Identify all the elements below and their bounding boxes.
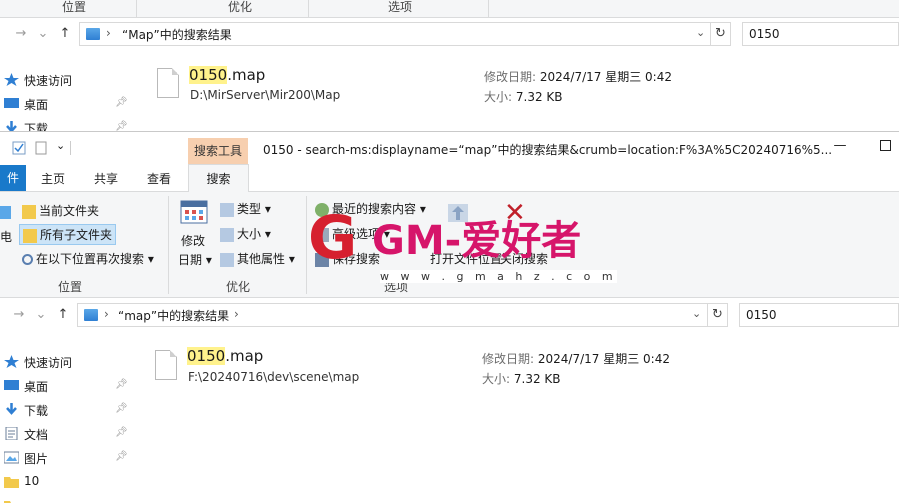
calendar-icon[interactable] [180,200,208,224]
other-properties-button[interactable]: 其他属性 ▾ [220,250,295,267]
group-label-location: 位置 [58,280,83,294]
search-folder-icon [84,309,98,321]
group-label-refine: 优化 [228,0,253,14]
ribbon-tabs: 件 主页 共享 查看 搜索 [0,164,899,193]
properties-list-icon [220,252,234,267]
desktop-icon [4,379,19,392]
recent-dropdown-icon[interactable]: ⌄ [34,307,48,322]
size-button[interactable]: 大小 ▾ [220,225,271,242]
search-folder-icon [86,28,100,40]
watermark-g-glyph: G [308,203,358,273]
current-folder-button[interactable]: 当前文件夹 [22,202,99,219]
watermark-url: w w w . g m a h z . c o m [380,270,617,283]
address-path: “map”中的搜索结果 [118,309,230,323]
breadcrumb-chevron-icon[interactable]: › [104,307,109,321]
download-icon [4,403,19,416]
desktop-icon [4,97,19,110]
tab-view[interactable]: 查看 [147,170,171,187]
file-path: D:\MirServer\Mir200\Map [190,88,341,102]
title-bar: ⌄ 搜索工具 0150 - search-ms:displayname=“map… [0,132,899,164]
navigation-bar: → ⌄ ↑ › “Map”中的搜索结果 ⌄ ↻ 0150 [0,19,899,49]
explorer-window: ⌄ 搜索工具 0150 - search-ms:displayname=“map… [0,132,899,503]
pin-icon[interactable]: 📌︎ [115,427,128,438]
pictures-icon [3,451,20,464]
pin-icon[interactable]: 📌︎ [115,379,128,390]
address-dropdown-icon[interactable]: ⌄ [692,307,701,320]
star-icon [4,355,19,368]
modified-date: 修改日期: 2024/7/17 星期三 0:42 [484,70,672,84]
modify-date-button[interactable]: 日期 ▾ [178,251,212,268]
folder-icon [4,475,19,488]
maximize-icon[interactable] [875,140,895,155]
search-again-button[interactable]: 在以下位置再次搜索 ▾ [22,250,154,267]
properties-icon[interactable] [12,141,26,155]
breadcrumb-chevron-icon[interactable]: › [106,26,111,40]
address-dropdown-icon[interactable]: ⌄ [696,26,705,39]
up-arrow-icon[interactable]: ↑ [56,307,70,322]
tab-file[interactable]: 件 [0,165,26,191]
folder-icon [4,499,19,503]
document-icon [4,426,19,441]
subfolders-icon [23,228,37,243]
navigation-bar: → ⌄ ↑ › “map”中的搜索结果 › ⌄ ↻ 0150 [0,300,899,330]
type-button[interactable]: 类型 ▾ [220,200,271,217]
star-icon [4,73,19,86]
qat-dropdown-icon[interactable]: ⌄ [56,139,65,152]
group-label-options: 选项 [388,0,413,14]
map-file-icon[interactable] [155,350,177,380]
search-value: 0150 [749,27,780,41]
address-bar[interactable]: › “map”中的搜索结果 › ⌄ [77,303,708,327]
pc-icon[interactable] [0,204,12,222]
watermark-text: GM-爱好者 [372,218,582,264]
pin-icon[interactable]: 📌︎ [115,451,128,462]
address-bar[interactable]: › “Map”中的搜索结果 ⌄ [79,22,711,46]
all-subfolders-button[interactable]: 所有子文件夹 [19,224,117,245]
back-arrow-icon[interactable]: → [14,26,28,41]
folder-icon [22,204,36,219]
search-input[interactable]: 0150 [742,22,899,46]
refresh-icon[interactable]: ↻ [711,22,731,46]
modify-date-label-1[interactable]: 修改 [181,232,205,249]
group-label-location: 位置 [62,0,87,14]
group-label-refine: 优化 [226,280,251,294]
pin-icon[interactable]: 📌︎ [115,403,128,414]
pin-icon[interactable]: 📌︎ [115,97,128,108]
file-size: 大小: 7.32 KB [484,90,563,104]
map-file-icon[interactable] [157,68,179,98]
ribbon-group-labels: 位置 优化 选项 [0,0,899,18]
recent-dropdown-icon[interactable]: ⌄ [36,26,50,41]
tab-home[interactable]: 主页 [41,170,65,187]
search-input[interactable]: 0150 [739,303,899,327]
watermark-logo: G GM-爱好者 w w w . g m a h z . c o m [300,200,617,290]
forward-arrow-icon[interactable]: → [12,307,26,322]
window-title: 0150 - search-ms:displayname=“map”中的搜索结果… [263,143,833,157]
up-arrow-icon[interactable]: ↑ [58,26,72,41]
tab-share[interactable]: 共享 [94,170,118,187]
file-path: F:\20240716\dev\scene\map [188,370,360,384]
size-icon [220,227,234,242]
minimize-icon[interactable]: — [830,138,850,153]
search-icon [22,254,33,265]
modified-date: 修改日期: 2024/7/17 星期三 0:42 [482,352,670,366]
address-path: “Map”中的搜索结果 [122,28,232,42]
this-pc-button[interactable]: 电 [0,228,12,245]
new-folder-icon[interactable] [35,141,47,155]
file-size: 大小: 7.32 KB [482,372,561,386]
refresh-icon[interactable]: ↻ [708,303,728,327]
tab-search[interactable]: 搜索 [188,164,249,193]
breadcrumb-chevron-icon[interactable]: › [234,307,239,321]
search-value: 0150 [746,308,777,322]
file-name[interactable]: 0150.map [187,347,263,365]
type-icon [220,202,234,217]
file-name[interactable]: 0150.map [189,66,265,84]
pin-icon[interactable]: 📌︎ [115,121,128,132]
context-tab-search-tools: 搜索工具 [188,138,248,164]
